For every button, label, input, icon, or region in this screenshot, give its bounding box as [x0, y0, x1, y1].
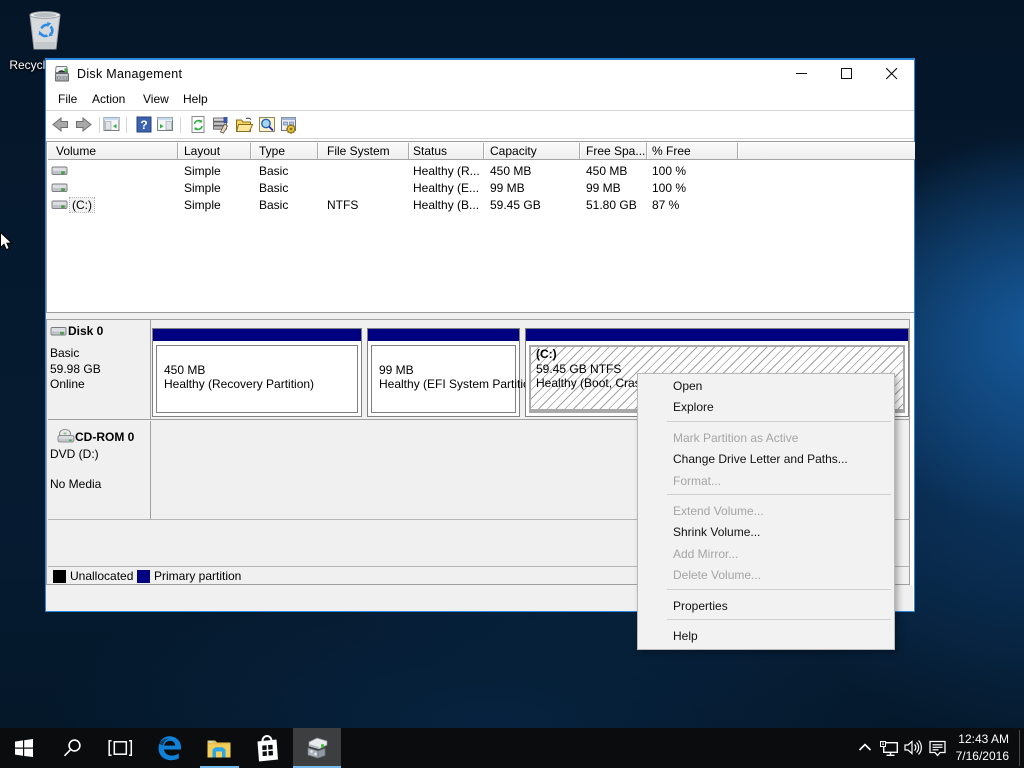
svg-text:?: ?	[140, 118, 147, 132]
